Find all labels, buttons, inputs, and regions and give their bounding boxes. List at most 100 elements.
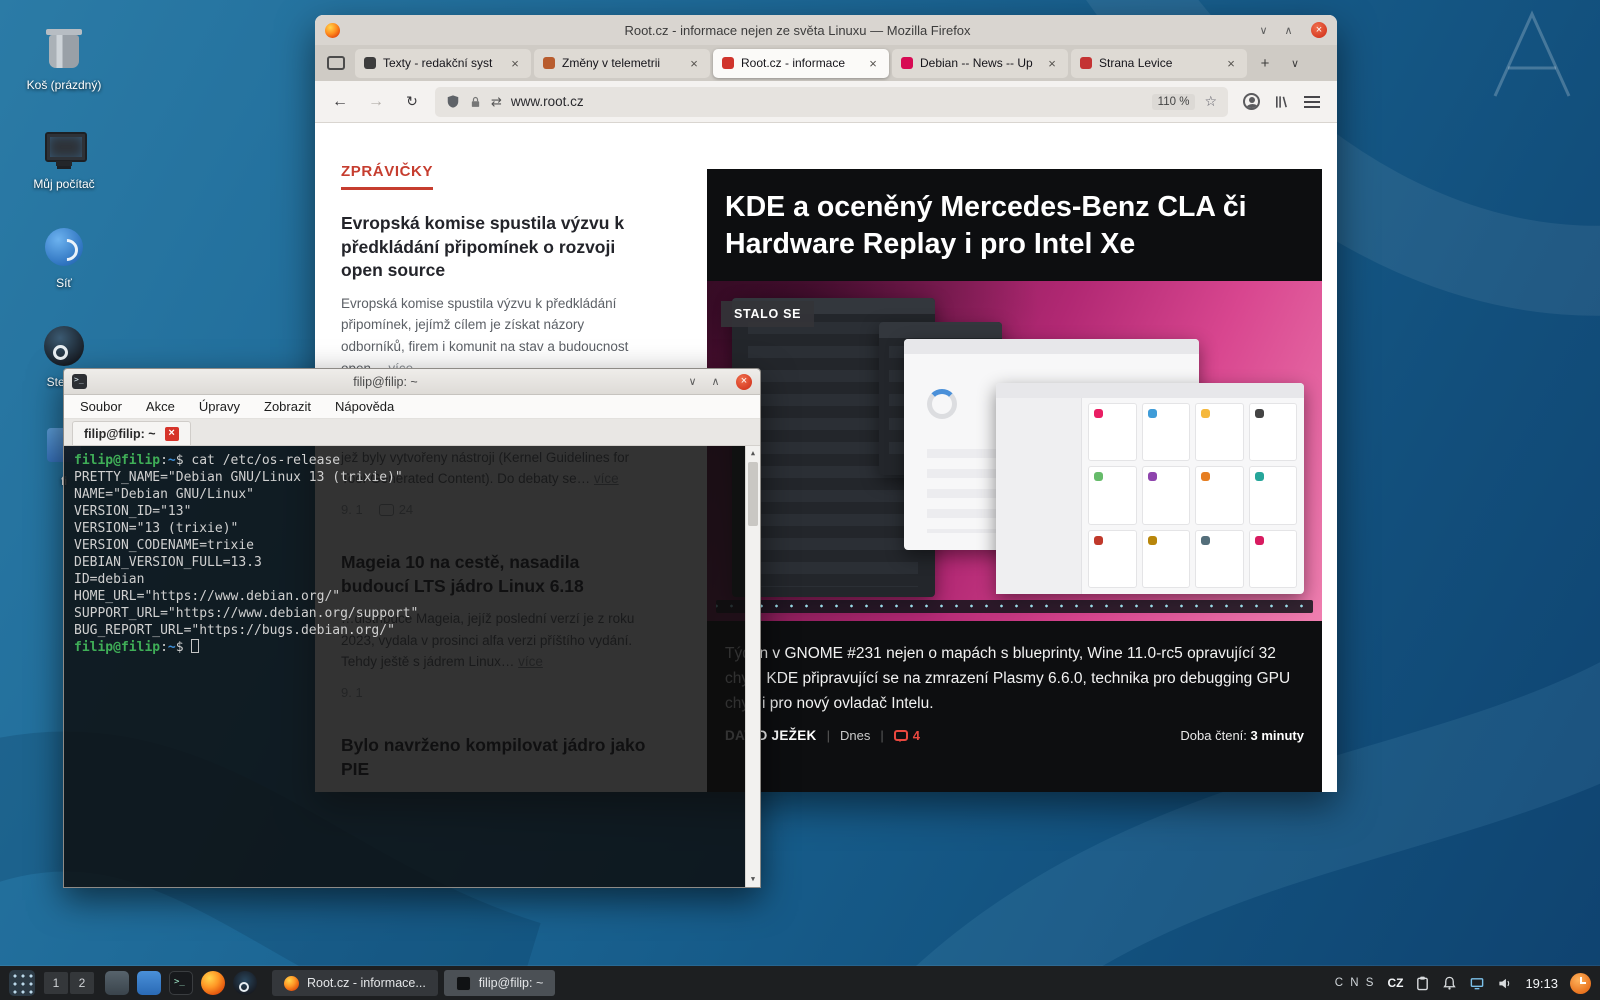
tracking-protection-shield-icon[interactable] — [446, 94, 460, 109]
url-bar[interactable]: ⇄ www.root.cz 110 % — [435, 87, 1228, 117]
library-icon[interactable] — [1274, 94, 1289, 110]
terminal-text: filip@filip:~$ cat /etc/os-releasePRETTY… — [74, 452, 736, 656]
terminal-window: filip@filip: ~ Soubor Akce Úpravy Zobrazit N… — [63, 368, 761, 888]
maximize-icon[interactable] — [707, 373, 724, 390]
browser-tab[interactable]: Root.cz - informace — [713, 49, 889, 78]
hero-image: STALO SE — [707, 281, 1322, 621]
hero-summary: Týden v GNOME #231 nejen o mapách s blue… — [725, 641, 1304, 716]
tab-label: Root.cz - informace — [741, 56, 859, 70]
system-tray: C N S CZ 19:13 — [1335, 973, 1591, 994]
desktop-icon[interactable]: Můj počítač — [16, 125, 112, 192]
tab-favicon — [901, 57, 913, 69]
terminal-tabbar: filip@filip: ~ — [64, 419, 760, 446]
task-icon — [456, 976, 471, 991]
virtual-desktop-pager: 12 — [44, 972, 94, 994]
menu-item[interactable]: Zobrazit — [264, 399, 311, 414]
tab-close-icon[interactable] — [866, 56, 880, 70]
clipboard-icon[interactable] — [1415, 975, 1430, 991]
lock-icon[interactable] — [469, 95, 482, 109]
forward-icon[interactable] — [363, 89, 389, 115]
menu-item[interactable]: Akce — [146, 399, 175, 414]
hamburger-menu-icon[interactable] — [1304, 96, 1320, 108]
minimize-icon[interactable] — [1255, 22, 1272, 39]
zoom-level[interactable]: 110 % — [1152, 94, 1196, 110]
volume-icon[interactable] — [1497, 976, 1513, 991]
menu-item[interactable]: Nápověda — [335, 399, 394, 414]
tab-close-icon[interactable] — [687, 56, 701, 70]
app-launcher-icon[interactable] — [9, 970, 35, 996]
task-button[interactable]: filip@filip: ~ — [444, 970, 555, 996]
close-icon[interactable] — [736, 374, 752, 390]
close-icon[interactable] — [1311, 22, 1327, 38]
desktop-icon-glyph — [41, 224, 87, 270]
browser-tab[interactable]: Texty - redakční syst — [355, 49, 531, 78]
menu-item[interactable]: Úpravy — [199, 399, 240, 414]
browser-tab[interactable]: Změny v telemetrii — [534, 49, 710, 78]
tab-list: Texty - redakční syst Změny v telemetrii… — [355, 49, 1247, 78]
launcher-icon[interactable] — [201, 971, 225, 995]
firefox-icon — [325, 23, 340, 38]
tab-list-dropdown-icon[interactable] — [1283, 51, 1307, 75]
hero-meta: DAVID JEŽEK Dnes 4 Doba čtení: 3 minuty — [725, 728, 1304, 743]
window-title: Root.cz - informace nejen ze světa Linux… — [348, 23, 1247, 38]
tab-close-icon[interactable] — [508, 56, 522, 70]
launcher-icon[interactable] — [105, 971, 129, 995]
hero-title[interactable]: KDE a oceněný Mercedes-Benz CLA či Hardw… — [725, 189, 1304, 263]
back-icon[interactable] — [327, 89, 353, 115]
browser-tab[interactable]: Strana Levice — [1071, 49, 1247, 78]
terminal-titlebar[interactable]: filip@filip: ~ — [64, 369, 760, 395]
bookmark-star-icon[interactable] — [1204, 93, 1217, 110]
keyboard-layout[interactable]: CZ — [1387, 976, 1403, 990]
tab-close-icon[interactable] — [1224, 56, 1238, 70]
tab-label: Změny v telemetrii — [562, 56, 680, 70]
terminal-tab[interactable]: filip@filip: ~ — [72, 421, 191, 445]
desktop-pager-cell[interactable]: 1 — [44, 972, 68, 994]
account-icon[interactable] — [1243, 93, 1260, 110]
tab-close-icon[interactable] — [1045, 56, 1059, 70]
notifications-bell-icon[interactable] — [1442, 975, 1457, 991]
url-text: www.root.cz — [511, 94, 1143, 109]
translate-icon[interactable]: ⇄ — [491, 94, 502, 110]
new-tab-icon[interactable] — [1253, 51, 1277, 75]
terminal-screen[interactable]: filip@filip:~$ cat /etc/os-releasePRETTY… — [64, 446, 760, 887]
article-body: Evropská komise spustila výzvu k předklá… — [341, 293, 649, 379]
desktop-icon-label: Koš (prázdný) — [16, 78, 112, 93]
reload-icon[interactable] — [399, 89, 425, 115]
screenshot-taskbar — [716, 600, 1313, 613]
desktop-icon[interactable]: Koš (prázdný) — [16, 26, 112, 93]
launcher-icon[interactable] — [169, 971, 193, 995]
konsole-icon — [72, 374, 87, 389]
hero-article[interactable]: KDE a oceněný Mercedes-Benz CLA či Hardw… — [707, 169, 1322, 792]
launcher-icon[interactable] — [137, 971, 161, 995]
category-badge[interactable]: STALO SE — [721, 301, 814, 327]
desktop-pager-cell[interactable]: 2 — [70, 972, 94, 994]
launcher-icon[interactable] — [233, 971, 257, 995]
maximize-icon[interactable] — [1280, 22, 1297, 39]
desktop-icon[interactable]: Síť — [16, 224, 112, 291]
hero-comments[interactable]: 4 — [894, 728, 920, 743]
scrollbar-thumb[interactable] — [748, 462, 758, 526]
tab-close-icon[interactable] — [165, 427, 179, 441]
desktop-icon-label: Můj počítač — [16, 177, 112, 192]
news-article: Evropská komise spustila výzvu k předklá… — [341, 212, 649, 391]
tab-favicon — [1080, 57, 1092, 69]
task-label: filip@filip: ~ — [479, 976, 543, 990]
timer-icon[interactable] — [1570, 973, 1591, 994]
network-icon[interactable] — [1469, 976, 1485, 991]
firefox-titlebar[interactable]: Root.cz - informace nejen ze světa Linux… — [315, 15, 1337, 45]
terminal-title: filip@filip: ~ — [93, 375, 678, 389]
scrollbar[interactable] — [745, 446, 760, 887]
hero-date: Dnes — [840, 728, 870, 743]
tab-label: Texty - redakční syst — [383, 56, 501, 70]
article-title[interactable]: Evropská komise spustila výzvu k předklá… — [341, 212, 649, 283]
clock[interactable]: 19:13 — [1525, 976, 1558, 991]
section-zpravicky[interactable]: ZPRÁVIČKY — [341, 163, 433, 190]
menu-item[interactable]: Soubor — [80, 399, 122, 414]
minimize-icon[interactable] — [684, 373, 701, 390]
firefox-view-icon[interactable] — [327, 56, 345, 70]
browser-tab[interactable]: Debian -- News -- Up — [892, 49, 1068, 78]
screenshot-window-discover — [996, 383, 1304, 594]
scroll-up-icon[interactable] — [746, 447, 760, 460]
scroll-down-icon[interactable] — [746, 873, 760, 886]
task-button[interactable]: Root.cz - informace... — [272, 970, 438, 996]
